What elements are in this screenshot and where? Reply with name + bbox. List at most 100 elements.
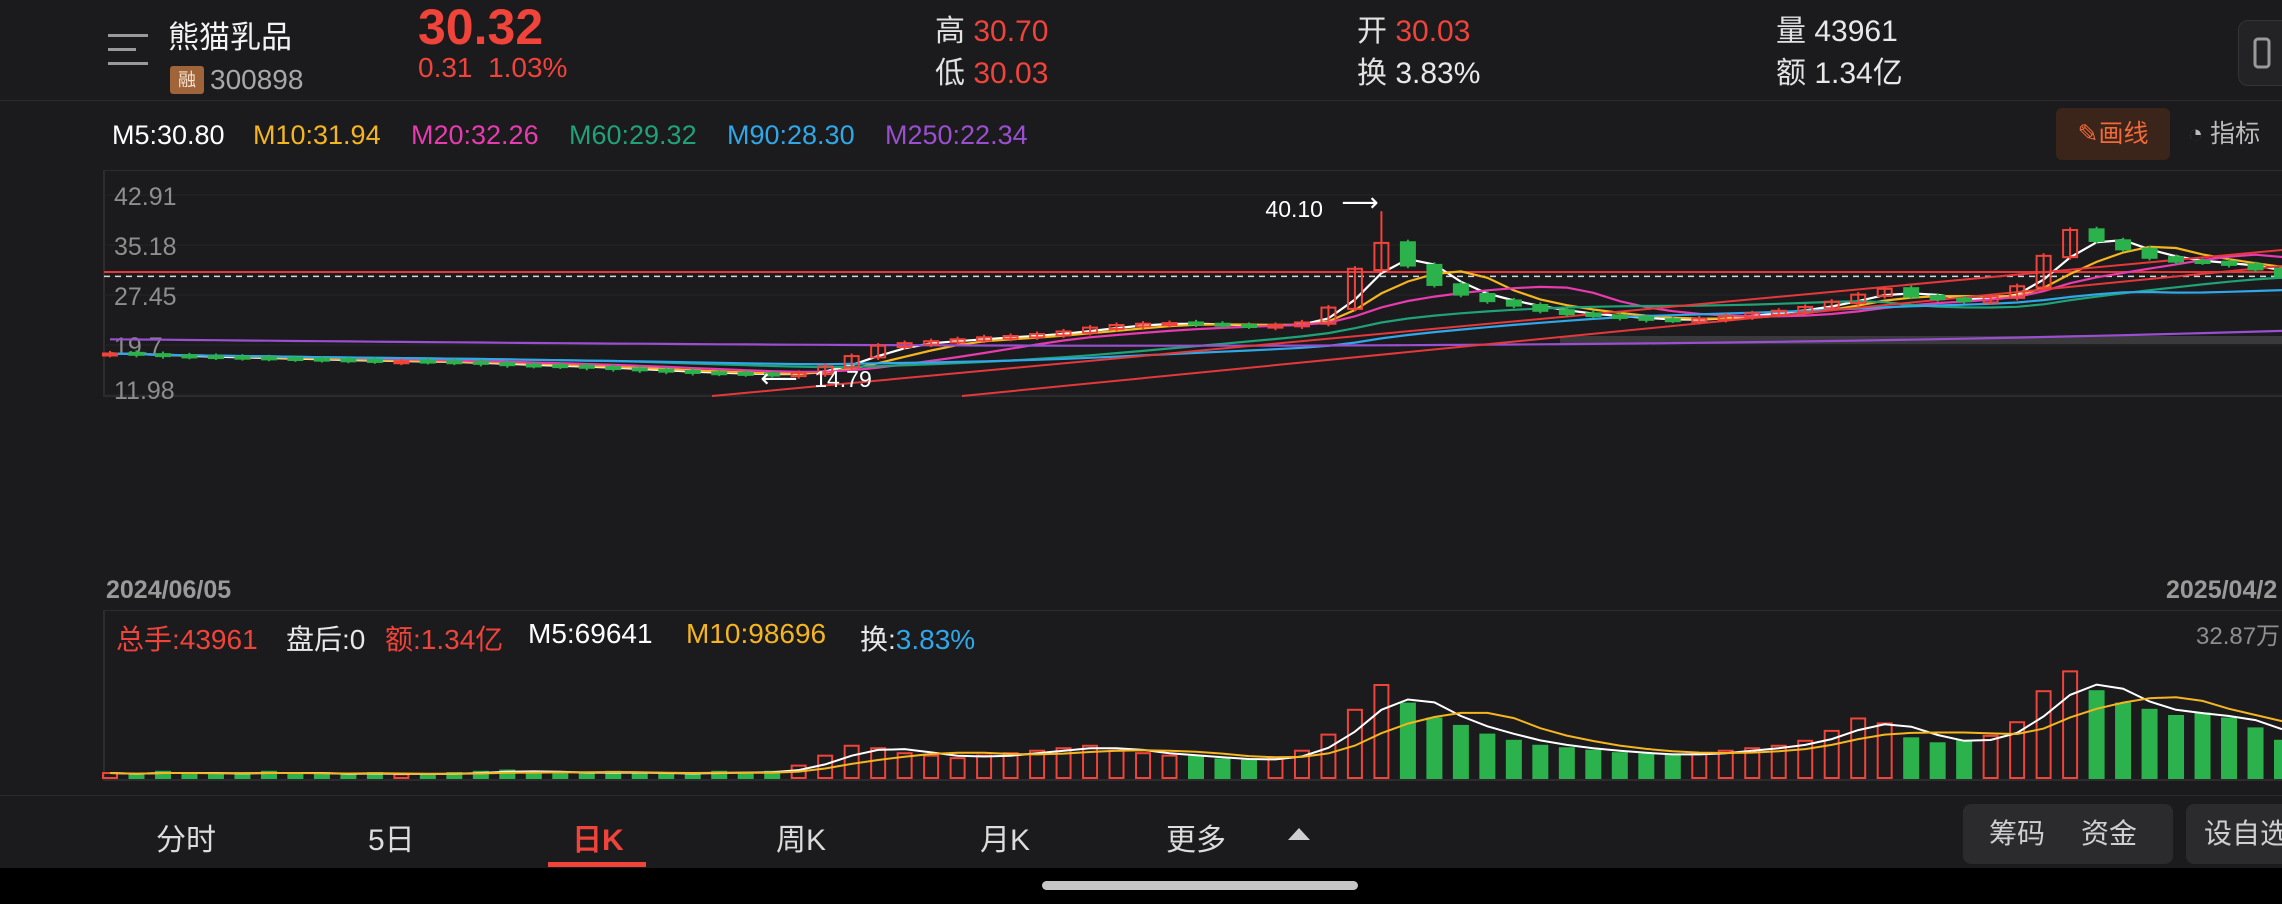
tab-5day[interactable]: 5日 [368,815,415,859]
candle-body [2194,260,2211,265]
volume-label: 量 [1776,15,1806,48]
candle-body [1664,318,1681,323]
candle-body [1161,322,1178,327]
candle-body [525,363,542,368]
candle-body [446,360,463,365]
candle-body [605,366,622,371]
amount-stat: 额 1.34亿 [1776,48,1903,92]
draw-line-label: 画线 [2098,120,2149,148]
tab-weekly-k[interactable]: 周K [776,815,826,859]
volume-bar [1929,742,1946,779]
add-watchlist-button[interactable]: 设自选 [2186,804,2282,864]
volume-bar [2062,670,2079,779]
volume-bar [1691,752,1708,779]
menu-icon[interactable] [108,32,148,68]
high-value: 30.70 [973,15,1049,48]
candle-body [1214,322,1231,327]
ma250-label: M250:22.34 [885,120,1028,150]
volume-bar [1876,722,1893,780]
candle-body [2168,256,2185,263]
ma60-label: M60:29.32 [569,120,697,150]
caret-up-icon[interactable] [1288,828,1310,840]
candle-body [1240,324,1257,329]
volume-bar [1320,733,1337,779]
high-stat: 高 30.70 [935,6,1048,50]
arrow-left-icon: ⟵ [760,364,797,394]
candle-body [658,368,675,373]
candle-body [2247,263,2264,271]
indicator-button[interactable]: ◔ 指标 [2188,114,2260,150]
candle-body [1505,299,1522,307]
high-label: 高 [935,15,965,48]
candle-body [2115,239,2132,251]
volume-bar [1426,717,1443,780]
volume-bar [1956,739,1973,780]
volume-bar [1240,759,1257,779]
low-label: 低 [935,57,965,90]
candle-body [578,364,595,369]
open-label: 开 [1357,15,1387,48]
volume-bar [1082,744,1099,779]
y-tick-label: 27.45 [114,283,177,311]
candle-body [340,358,357,363]
candle-body [260,356,277,361]
volume-bar [631,772,648,779]
price-change: 0.31 1.03% [418,52,567,84]
volume-bar [1161,754,1178,779]
volume-bar [2035,690,2052,779]
tab-monthly-k[interactable]: 月K [980,815,1030,859]
candle-body [1399,241,1416,267]
volume-bar [1214,758,1231,779]
active-tab-indicator [548,862,646,867]
kline-ma-lines [109,238,2282,376]
tab-daily-k[interactable]: 日K [572,815,624,859]
candle-body [313,357,330,362]
volume-bar [1532,744,1549,779]
turnover-value: 3.83% [1395,57,1481,90]
volume-bar [2221,717,2238,780]
volume-bar [2168,715,2185,779]
candle-body [631,367,648,372]
candle-body [2088,228,2105,242]
candle-body [2274,267,2282,278]
capital-button[interactable]: 资金 [2081,804,2137,864]
draw-line-button[interactable]: ✎画线 [2056,108,2170,160]
candle-body [1956,297,1973,303]
volume-value: 43961 [1814,15,1898,48]
open-value: 30.03 [1395,15,1471,48]
volume-bar [923,754,940,779]
candle-body [1479,292,1496,303]
ma20-label: M20:32.26 [411,120,539,150]
volume-bar [1611,752,1628,779]
phone-icon [2253,37,2271,69]
home-indicator[interactable] [1042,881,1358,890]
kline-grid: 42.9135.1827.4519.711.98 [103,170,2282,405]
margin-badge: 融 [170,66,204,94]
y-tick-label: 11.98 [114,377,175,405]
tab-more[interactable]: 更多 [1166,815,1226,859]
candle-body [102,352,118,357]
volume-bar [1267,757,1284,780]
candle-body [711,371,728,376]
landscape-button[interactable] [2238,20,2282,86]
low-value: 30.03 [973,57,1049,90]
candle-body [1611,314,1628,319]
volume-labels: 32.87万 [2196,623,2280,650]
turnover-stat: 换 3.83% [1357,48,1480,92]
chip-capital-group: 筹码 资金 [1963,804,2173,864]
y-tick-label: 35.18 [114,233,177,261]
candle-body [1929,294,1946,301]
change-value: 0.31 [418,52,473,83]
volume-bars [102,670,2282,780]
volume-chart[interactable]: 32.87万 [0,610,2282,790]
quote-header [0,0,2282,100]
candle-body [2221,260,2238,266]
chips-button[interactable]: 筹码 [1989,804,2045,864]
volume-bar [1479,733,1496,779]
ma90-label: M90:28.30 [727,120,855,150]
volume-bar [2194,712,2211,779]
volume-bar [207,773,224,779]
kline-chart[interactable]: 42.9135.1827.4519.711.98 2024/06/05 2025/… [0,170,2282,610]
tab-intraday[interactable]: 分时 [156,815,216,859]
candle-body [393,360,410,365]
